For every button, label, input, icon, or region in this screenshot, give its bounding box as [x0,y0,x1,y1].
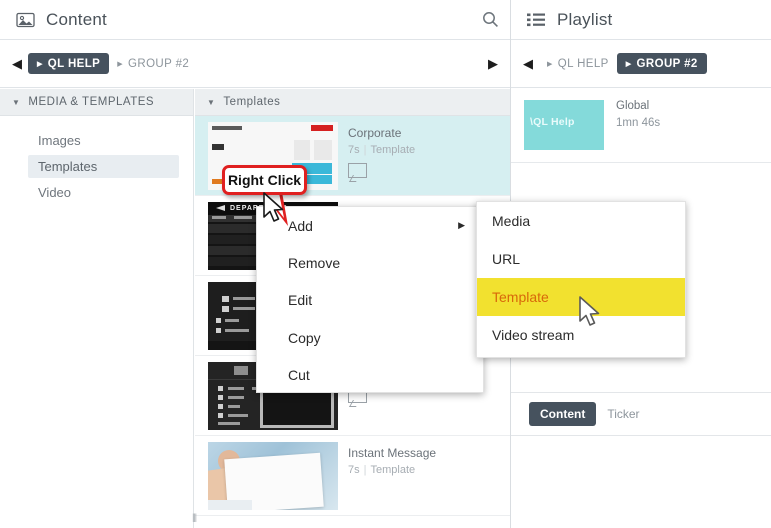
chevron-right-icon: ▶ [625,60,632,68]
template-meta: Instant Message 7s | Template [338,442,436,509]
submenu-item-media[interactable]: Media [477,202,685,240]
templates-section-header[interactable]: ▼ Templates [195,89,510,116]
submenu-label: Media [492,213,531,229]
list-item[interactable]: \QL Help Global 1mn 46s [511,88,771,163]
templates-section-title: Templates [223,96,281,108]
playlist-item-name: Global [616,100,650,112]
image-icon [14,10,36,30]
chevron-right-icon: ▶ [37,60,43,68]
chevron-right-icon: ▶ [547,60,553,68]
sidebar-item-label: Templates [38,159,98,174]
context-submenu: Media URL Template Video stream [476,201,686,358]
template-meta: Corporate 7s | Template [338,122,415,189]
sidebar-item-images[interactable]: Images [28,129,179,152]
playlist-title: Playlist [557,9,613,29]
submenu-item-url[interactable]: URL [477,240,685,278]
template-thumbnail-instant-message [208,442,338,510]
table-row[interactable]: Instant Message 7s | Template [195,436,510,516]
context-menu-label: Edit [288,292,313,309]
sidebar-item-video[interactable]: Video [28,181,179,204]
breadcrumb-item-group-2[interactable]: ▶ GROUP #2 [616,53,707,74]
breadcrumb-label: QL HELP [557,57,609,70]
caret-down-icon: ▼ [207,97,216,107]
mouse-cursor-primary [263,192,284,222]
nav-section-header[interactable]: ▼ MEDIA & TEMPLATES [0,89,193,116]
search-icon[interactable] [470,0,510,40]
context-menu-item-copy[interactable]: Copy [257,319,483,356]
context-menu-item-cut[interactable]: Cut [257,357,483,394]
sidebar-item-label: Images [38,133,81,148]
context-menu-label: Cut [288,367,310,384]
breadcrumb-label: GROUP #2 [128,57,190,70]
mouse-cursor-submenu [579,296,600,326]
template-type: Template [370,464,416,476]
caret-down-icon: ▼ [12,97,21,107]
breadcrumb-label: GROUP #2 [636,57,698,70]
right-click-callout: Right Click [222,165,307,195]
playlist-breadcrumb: ◀ ▶ QL HELP ▶ GROUP #2 [511,40,771,88]
breadcrumb-back-arrow-icon[interactable]: ◀ [6,49,28,79]
playlist-thumb-label: \QL Help [530,116,575,128]
template-type: Template [370,144,416,156]
breadcrumb-back-arrow-icon[interactable]: ◀ [517,49,539,79]
submenu-label: Template [492,289,549,305]
content-breadcrumb: ◀ ▶ QL HELP ▶ GROUP #2 ▶ [0,40,510,88]
breadcrumb-label: QL HELP [47,57,101,70]
template-duration: 7s [348,144,360,156]
sidebar-item-templates[interactable]: Templates [28,155,179,178]
app-window: Content ◀ ▶ QL HELP ▶ GROUP #2 ▶ ▼ MEDIA [0,0,771,528]
nav-section-title: MEDIA & TEMPLATES [28,96,155,108]
list-grid-icon [525,10,547,30]
breadcrumb-item-ql-help[interactable]: ▶ QL HELP [28,53,110,74]
content-panel-header: Content [0,0,510,40]
callout-label: Right Click [227,172,302,188]
tab-content[interactable]: Content [529,402,597,426]
template-name: Instant Message [348,446,437,460]
tab-ticker[interactable]: Ticker [596,402,650,426]
context-menu: Add ▶ Remove Edit Copy Cut [256,206,484,393]
playlist-item-meta: Global 1mn 46s [604,100,660,150]
context-menu-label: Copy [288,329,321,346]
chevron-right-icon: ▶ [458,220,465,231]
playlist-tabs: Content Ticker [511,392,771,436]
speech-bubble-icon [348,163,367,178]
breadcrumb-forward-arrow-icon[interactable]: ▶ [482,49,504,79]
media-templates-nav: ▼ MEDIA & TEMPLATES Images Templates Vid… [0,89,194,528]
template-duration: 7s [348,464,360,476]
template-subinfo: 7s | Template [348,464,416,476]
context-menu-item-remove[interactable]: Remove [257,244,483,281]
sidebar-item-label: Video [38,185,72,200]
breadcrumb-item-ql-help[interactable]: ▶ QL HELP [539,53,617,75]
template-subinfo: 7s | Template [348,144,416,156]
context-menu-label: Remove [288,255,341,272]
playlist-item-duration: 1mn 46s [616,117,661,129]
template-name: Corporate [348,126,402,140]
page-title: Content [46,9,107,29]
submenu-label: URL [492,251,521,267]
playlist-item-thumbnail: \QL Help [524,100,604,150]
context-menu-item-edit[interactable]: Edit [257,282,483,319]
playlist-panel-header: Playlist [511,0,771,40]
pane-resize-handle[interactable]: ⦀ [190,513,200,525]
chevron-right-icon: ▶ [117,60,124,68]
submenu-label: Video stream [492,327,575,343]
breadcrumb-item-group-2[interactable]: ▶ GROUP #2 [109,53,197,75]
